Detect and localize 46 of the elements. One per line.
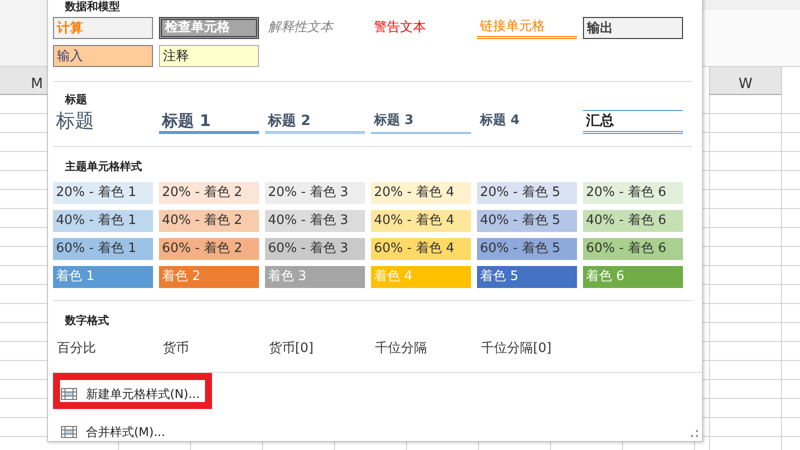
theme-style-cell[interactable]: 40% - 着色 6 xyxy=(583,210,683,232)
theme-style-cell[interactable]: 40% - 着色 4 xyxy=(371,210,471,232)
number-style-item[interactable]: 货币 xyxy=(159,338,259,360)
number-style-item[interactable]: 千位分隔[0] xyxy=(477,338,577,360)
section-title: 主题单元格样式 xyxy=(64,159,143,175)
theme-style-cell[interactable]: 60% - 着色 3 xyxy=(265,238,365,260)
menu-item[interactable]: 合并样式(M)... xyxy=(61,417,211,447)
theme-style-cell[interactable]: 60% - 着色 1 xyxy=(53,238,153,260)
theme-style-cell[interactable]: 40% - 着色 3 xyxy=(265,210,365,232)
theme-style-cell[interactable]: 60% - 着色 5 xyxy=(477,238,577,260)
number-style-item[interactable]: 货币[0] xyxy=(265,338,365,360)
column-header[interactable]: W xyxy=(709,67,782,95)
theme-style-cell[interactable]: 60% - 着色 4 xyxy=(371,238,471,260)
heading-style-item[interactable]: 标题 3 xyxy=(371,110,471,134)
theme-style-cell[interactable]: 40% - 着色 2 xyxy=(159,210,259,232)
theme-style-cell[interactable]: 40% - 着色 5 xyxy=(477,210,577,232)
heading-style-item[interactable]: 标题 4 xyxy=(477,110,577,134)
theme-style-cell[interactable]: 20% - 着色 2 xyxy=(159,182,259,204)
theme-style-cell[interactable]: 20% - 着色 5 xyxy=(477,182,577,204)
theme-style-cell[interactable]: 20% - 着色 3 xyxy=(265,182,365,204)
theme-style-cell[interactable]: 20% - 着色 1 xyxy=(53,182,153,204)
heading-style-item[interactable]: 标题 1 xyxy=(159,110,259,134)
cell-style-item[interactable]: 输入 xyxy=(53,45,153,67)
theme-style-cell[interactable]: 40% - 着色 1 xyxy=(53,210,153,232)
table-icon xyxy=(61,426,77,438)
cell-style-item[interactable]: 警告文本 xyxy=(371,17,471,39)
section-title: 数字格式 xyxy=(64,313,110,329)
theme-style-cell[interactable]: 着色 5 xyxy=(477,266,577,288)
heading-style-item[interactable]: 标题 2 xyxy=(265,110,365,134)
resize-grip-icon[interactable] xyxy=(691,430,699,438)
number-style-item[interactable]: 千位分隔 xyxy=(371,338,471,360)
theme-style-cell[interactable]: 60% - 着色 6 xyxy=(583,238,683,260)
column-header[interactable]: M xyxy=(0,67,47,95)
section-title: 数据和模型 xyxy=(64,0,121,15)
theme-style-cell[interactable]: 60% - 着色 2 xyxy=(159,238,259,260)
table-icon xyxy=(61,388,77,400)
heading-style-item[interactable]: 标题 xyxy=(53,110,153,134)
heading-style-item[interactable]: 汇总 xyxy=(583,110,683,134)
menu-item[interactable]: 新建单元格样式(N)... xyxy=(61,379,211,409)
theme-style-cell[interactable]: 20% - 着色 4 xyxy=(371,182,471,204)
cell-style-item[interactable]: 注释 xyxy=(159,45,259,67)
cell-style-item[interactable]: 解释性文本 xyxy=(265,17,365,39)
cell-style-item[interactable]: 输出 xyxy=(583,17,683,39)
number-style-item[interactable]: 百分比 xyxy=(53,338,153,360)
theme-style-cell[interactable]: 20% - 着色 6 xyxy=(583,182,683,204)
section-title: 标题 xyxy=(64,92,88,108)
